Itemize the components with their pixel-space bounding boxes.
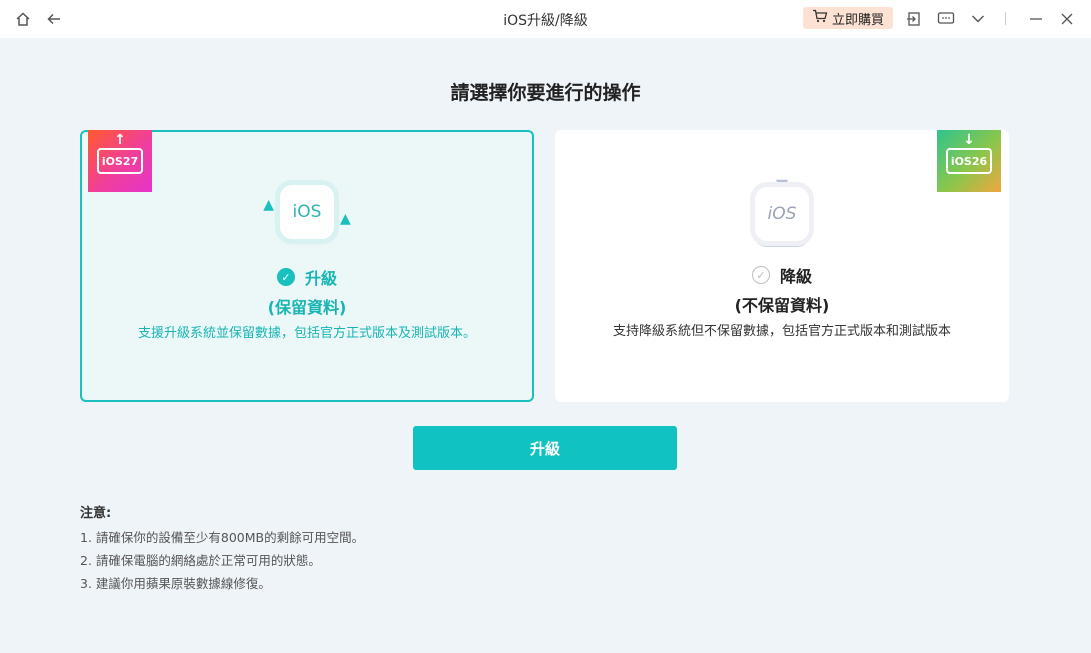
minimize-icon[interactable]: [1026, 9, 1046, 29]
download-arrow-icon: ↓: [963, 132, 975, 148]
chevron-down-icon[interactable]: [968, 9, 988, 29]
upgrade-title-text: 升級: [304, 269, 337, 288]
note-item: 1. 請確保你的設備至少有800MB的剩餘可用空間。: [80, 530, 365, 545]
check-unselected-icon: ✓: [751, 266, 770, 284]
downgrade-art-group: ▼ iOS: [755, 177, 809, 241]
downgrade-option-title: ✓ 降級: [555, 263, 1009, 287]
ios-tile-icon: iOS: [755, 187, 809, 241]
upgrade-option-description: 支援升級系統並保留數據，包括官方正式版本及測試版本。: [137, 326, 476, 341]
note-item: 2. 請確保電腦的網絡處於正常可用的狀態。: [80, 553, 321, 568]
buy-now-label: 立即購買: [831, 12, 884, 28]
check-selected-icon: ✓: [276, 268, 295, 286]
cart-icon: [812, 9, 828, 27]
window-title: iOS升級/降級: [503, 13, 588, 29]
downgrade-option-card[interactable]: ↓ iOS26 ▼ iOS ✓ 降級 (不保留資料) 支持降級系統但不保留數據，…: [555, 130, 1009, 402]
downgrade-option-description: 支持降級系統但不保留數據，包括官方正式版本和測試版本: [612, 324, 951, 339]
page-title: 請選擇你要進行的操作: [450, 82, 641, 104]
upgrade-option-card[interactable]: ↑ iOS27 ▲ iOS ▲ ✓ 升級 (保留資料) 支援升級系統並保留數據，…: [80, 130, 534, 402]
note-item: 3. 建議你用蘋果原裝數據線修復。: [80, 576, 271, 591]
notes-section: 注意: 1. 請確保你的設備至少有800MB的剩餘可用空間。 2. 請確保電腦的…: [80, 502, 364, 596]
notes-list: 1. 請確保你的設備至少有800MB的剩餘可用空間。 2. 請確保電腦的網絡處於…: [80, 527, 364, 592]
upgrade-illustration: ▲ iOS ▲: [82, 176, 532, 248]
close-icon[interactable]: [1057, 9, 1077, 29]
feedback-icon[interactable]: [936, 9, 956, 29]
title-bar: iOS升級/降級 立即購買: [0, 0, 1091, 38]
upgrade-button[interactable]: 升級: [413, 426, 677, 470]
downgrade-option-subtitle: (不保留資料): [734, 296, 830, 315]
upgrade-version-badge: iOS27: [97, 148, 143, 174]
buy-now-button[interactable]: 立即購買: [803, 7, 893, 29]
downgrade-version-badge: iOS26: [946, 148, 992, 174]
up-arrow-icon: ▲: [263, 197, 274, 213]
up-arrow-icon: ▲: [340, 211, 351, 227]
downgrade-illustration: ▼ iOS: [555, 174, 1009, 246]
downgrade-title-text: 降級: [779, 267, 812, 286]
upload-arrow-icon: ↑: [114, 132, 126, 148]
titlebar-divider: [1005, 12, 1006, 25]
login-icon[interactable]: [904, 9, 924, 29]
ios-tile-icon: iOS: [280, 185, 334, 239]
notes-title: 注意:: [80, 506, 112, 521]
upgrade-option-title: ✓ 升級: [82, 265, 532, 289]
upgrade-option-subtitle: (保留資料): [267, 298, 347, 317]
